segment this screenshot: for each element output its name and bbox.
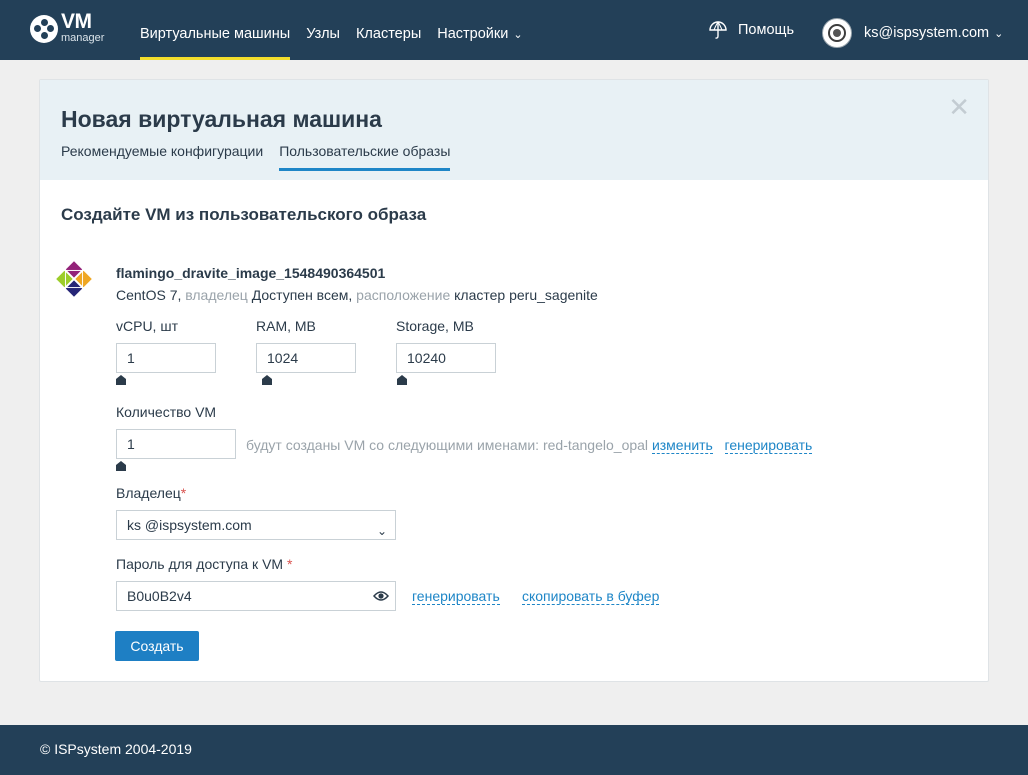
nav-clusters-label: Кластеры xyxy=(355,26,422,42)
nav-virtual-machines-label: Виртуальные машины xyxy=(140,26,291,42)
chevron-down-icon: ⌄ xyxy=(513,29,523,41)
main-nav: Виртуальные машины Узлы Кластеры Настрой… xyxy=(140,0,539,60)
password-field[interactable]: B0u0B2v4 xyxy=(116,581,396,611)
section-title: Создайте VM из пользовательского образа xyxy=(61,205,427,224)
nav-settings[interactable]: Настройки ⌄ xyxy=(437,0,522,60)
vm-names-hint: будут созданы VM со следующими именами: … xyxy=(246,437,813,454)
user-menu[interactable]: ks@ispsystem.com ⌄ xyxy=(822,18,1003,48)
required-mark: * xyxy=(180,485,187,501)
avatar xyxy=(822,18,852,48)
image-os: CentOS 7, xyxy=(116,287,182,303)
dialog-header: Новая виртуальная машина ✕ Рекомендуемые… xyxy=(40,80,988,180)
dialog-tabs: Рекомендуемые конфигурации Пользовательс… xyxy=(61,143,466,171)
generate-name-link[interactable]: генерировать xyxy=(724,437,813,454)
top-navigation-bar: VM manager Виртуальные машины Узлы Класт… xyxy=(0,0,1028,60)
logo-text: VM xyxy=(61,10,92,33)
logo-subtext: manager xyxy=(61,32,105,44)
tab-recommended-configs[interactable]: Рекомендуемые конфигурации xyxy=(61,143,263,171)
password-label: Пароль для доступа к VM * xyxy=(116,556,292,572)
image-owner-value: Доступен всем, xyxy=(251,287,353,303)
tab-custom-images[interactable]: Пользовательские образы xyxy=(279,143,451,171)
password-actions: генерировать скопировать в буфер xyxy=(412,588,660,606)
tab-recommended-configs-label: Рекомендуемые конфигурации xyxy=(61,143,264,159)
nav-settings-label: Настройки xyxy=(437,26,509,42)
ram-input[interactable] xyxy=(256,343,356,373)
image-meta: CentOS 7, владелец Доступен всем, распол… xyxy=(116,287,598,303)
password-value: B0u0B2v4 xyxy=(127,588,192,604)
copyright-text: © ISPsystem 2004-2019 xyxy=(40,741,192,757)
owner-label: Владелец* xyxy=(116,485,186,501)
help-button[interactable]: Помощь xyxy=(708,20,794,40)
new-vm-dialog: Новая виртуальная машина ✕ Рекомендуемые… xyxy=(39,79,989,682)
image-owner-label: владелец xyxy=(185,287,248,303)
password-label-text: Пароль для доступа к VM xyxy=(116,556,284,572)
vm-count-slider-handle[interactable] xyxy=(116,461,126,471)
help-label: Помощь xyxy=(738,22,795,38)
vm-count-input[interactable] xyxy=(116,429,236,459)
image-location-value: кластер peru_sagenite xyxy=(454,287,598,303)
close-icon[interactable]: ✕ xyxy=(948,94,970,120)
ram-slider-handle[interactable] xyxy=(262,375,272,385)
tab-custom-images-label: Пользовательские образы xyxy=(279,143,451,159)
chevron-down-icon: ⌄ xyxy=(376,524,387,538)
copy-password-link[interactable]: скопировать в буфер xyxy=(521,588,660,605)
change-name-link[interactable]: изменить xyxy=(651,437,713,454)
vmmanager-logo[interactable]: VM manager xyxy=(30,10,112,47)
nav-nodes-label: Узлы xyxy=(306,26,340,42)
vm-name-value: red-tangelo_opal xyxy=(542,437,649,453)
logo-mark-icon xyxy=(30,15,58,43)
eye-icon[interactable] xyxy=(373,590,389,602)
ram-label: RAM, MB xyxy=(256,318,316,334)
image-name: flamingo_dravite_image_1548490364501 xyxy=(116,265,386,281)
owner-label-text: Владелец xyxy=(116,485,181,501)
required-mark: * xyxy=(286,556,293,572)
user-email: ks@ispsystem.com xyxy=(864,25,990,41)
storage-label: Storage, MB xyxy=(396,318,474,334)
vm-count-label: Количество VM xyxy=(116,404,217,420)
vcpu-slider-handle[interactable] xyxy=(116,375,126,385)
centos-icon xyxy=(55,260,93,298)
nav-virtual-machines[interactable]: Виртуальные машины xyxy=(140,0,291,60)
vcpu-label: vCPU, шт xyxy=(116,318,178,334)
nav-clusters[interactable]: Кластеры xyxy=(356,0,421,60)
chevron-down-icon: ⌄ xyxy=(994,27,1004,40)
image-location-label: расположение xyxy=(356,287,451,303)
storage-slider-handle[interactable] xyxy=(397,375,407,385)
vcpu-input[interactable] xyxy=(116,343,216,373)
storage-input[interactable] xyxy=(396,343,496,373)
umbrella-icon xyxy=(709,21,727,39)
create-button[interactable]: Создать xyxy=(115,631,199,661)
nav-nodes[interactable]: Узлы xyxy=(306,0,340,60)
vm-names-hint-text: будут созданы VM со следующими именами: xyxy=(246,437,540,453)
generate-password-link[interactable]: генерировать xyxy=(412,588,500,605)
dialog-title: Новая виртуальная машина xyxy=(61,106,382,132)
footer: © ISPsystem 2004-2019 xyxy=(0,725,1028,775)
owner-select[interactable]: ks @ispsystem.com ⌄ xyxy=(116,510,396,540)
owner-select-value: ks @ispsystem.com xyxy=(127,517,252,533)
